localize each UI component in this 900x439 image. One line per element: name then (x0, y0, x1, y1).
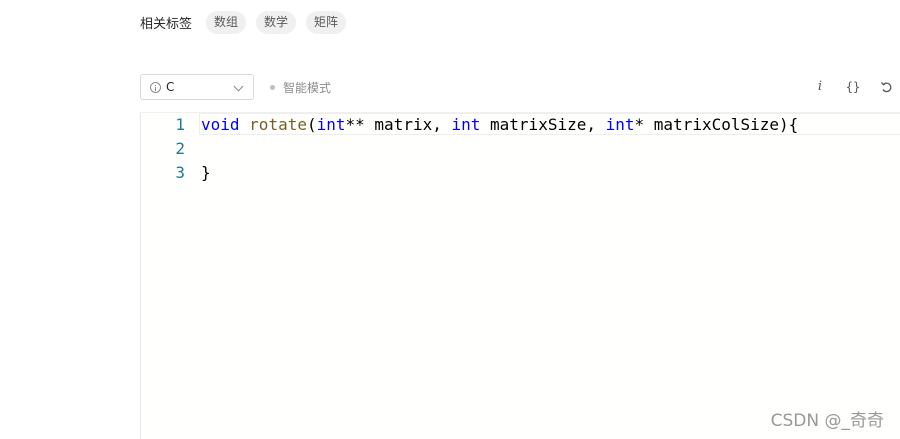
line-number: 2 (175, 139, 185, 158)
code-token: * matrixColSize){ (634, 115, 799, 134)
tag-math[interactable]: 数学 (256, 10, 297, 34)
code-token: } (201, 163, 211, 182)
code-token: matrixSize, (480, 115, 606, 134)
info-button[interactable]: i (814, 74, 826, 100)
line-number: 1 (175, 115, 185, 134)
smart-mode-toggle[interactable]: 智能模式 (270, 74, 331, 100)
code-line[interactable]: 2 (141, 137, 900, 161)
editor-toolbar: C 智能模式 i {} (140, 74, 900, 102)
tag-array[interactable]: 数组 (206, 10, 247, 34)
code-token: int (316, 115, 346, 134)
info-icon (150, 81, 161, 93)
language-value: C (166, 80, 175, 94)
smart-mode-label: 智能模式 (283, 80, 332, 95)
related-tags: 相关标签 数组 数学 矩阵 (140, 10, 356, 34)
code-line[interactable]: 1 void rotate(int** matrix, int matrixSiz… (141, 113, 900, 137)
code-token: rotate (249, 115, 307, 134)
page: 相关标签 数组 数学 矩阵 C 智能模式 i {} 1 void rotate(i… (0, 0, 900, 439)
chevron-down-icon (233, 81, 244, 92)
format-code-button[interactable]: {} (844, 74, 862, 100)
undo-icon (881, 82, 892, 93)
line-number: 3 (175, 163, 185, 182)
code-line[interactable]: 3} (141, 161, 900, 185)
line-content: void rotate(int** matrix, int matrixSize… (201, 113, 798, 137)
code-editor[interactable]: 1 void rotate(int** matrix, int matrixSiz… (140, 112, 900, 439)
code-token: int (605, 115, 635, 134)
code-token: ** matrix, (345, 115, 452, 134)
code-token: int (451, 115, 481, 134)
dot-icon (270, 84, 275, 90)
language-select[interactable]: C (140, 74, 254, 100)
reset-code-button[interactable] (878, 74, 896, 100)
code-token: void (201, 115, 240, 134)
line-content: } (201, 161, 211, 185)
code-token: ( (306, 115, 317, 134)
watermark: CSDN @_奇奇 (770, 411, 884, 431)
related-tags-label: 相关标签 (140, 16, 193, 32)
tag-matrix[interactable]: 矩阵 (306, 10, 347, 34)
